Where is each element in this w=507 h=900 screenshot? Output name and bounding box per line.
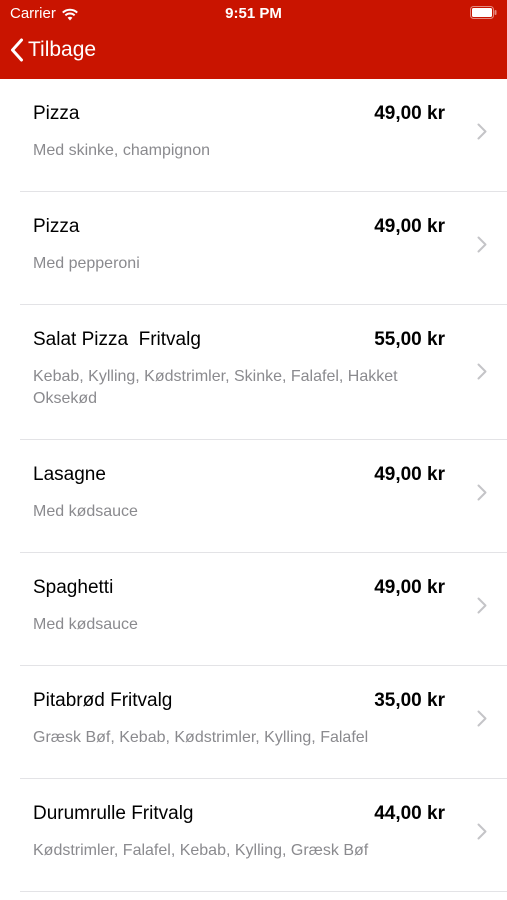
item-name: Pizza [33, 103, 80, 124]
menu-item[interactable]: Pizza 49,00 kr Med skinke, champignon [0, 79, 507, 192]
item-name: Pizza [33, 216, 80, 237]
menu-item[interactable]: Salat Pizza Fritvalg 55,00 kr Kebab, Kyl… [0, 305, 507, 440]
item-name: Spaghetti [33, 577, 114, 598]
chevron-right-icon [477, 363, 487, 380]
item-price: 49,00 kr [374, 464, 445, 485]
chevron-right-icon [477, 484, 487, 501]
item-price: 55,00 kr [374, 329, 445, 350]
chevron-right-icon [477, 597, 487, 614]
item-price: 49,00 kr [374, 103, 445, 124]
chevron-right-icon [477, 236, 487, 253]
back-button[interactable]: Tilbage [10, 38, 96, 62]
menu-item[interactable]: Lasagne 49,00 kr Med kødsauce [0, 440, 507, 553]
chevron-right-icon [477, 710, 487, 727]
item-name: Pitabrød Fritvalg [33, 690, 173, 711]
chevron-left-icon [11, 38, 23, 62]
menu-list: Pizza 49,00 kr Med skinke, champignon Pi… [0, 79, 507, 892]
menu-item[interactable]: Pitabrød Fritvalg 35,00 kr Græsk Bøf, Ke… [0, 666, 507, 779]
item-name: Lasagne [33, 464, 106, 485]
item-name: Salat Pizza Fritvalg [33, 329, 201, 350]
item-description: Med skinke, champignon [33, 142, 210, 159]
item-description: Med pepperoni [33, 255, 140, 272]
menu-item[interactable]: Durumrulle Fritvalg 44,00 kr Kødstrimler… [0, 779, 507, 892]
status-time: 9:51 PM [225, 5, 282, 22]
item-description: Kødstrimler, Falafel, Kebab, Kylling, Gr… [33, 842, 369, 859]
item-name: Durumrulle Fritvalg [33, 803, 194, 824]
item-description: Græsk Bøf, Kebab, Kødstrimler, Kylling, … [33, 729, 369, 746]
item-price: 44,00 kr [374, 803, 445, 824]
item-description: Med kødsauce [33, 616, 138, 633]
row-separator [20, 891, 507, 892]
chevron-right-icon [477, 123, 487, 140]
back-label: Tilbage [28, 38, 97, 61]
battery-icon [470, 6, 497, 19]
chevron-right-icon [477, 823, 487, 840]
item-description: Med kødsauce [33, 503, 138, 520]
item-price: 35,00 kr [374, 690, 445, 711]
menu-item[interactable]: Pizza 49,00 kr Med pepperoni [0, 192, 507, 305]
item-price: 49,00 kr [374, 216, 445, 237]
nav-header: Carrier 9:51 PM Tilbage [0, 0, 507, 79]
menu-item[interactable]: Spaghetti 49,00 kr Med kødsauce [0, 553, 507, 666]
item-price: 49,00 kr [374, 577, 445, 598]
item-description: Kebab, Kylling, Kødstrimler, Skinke, Fal… [33, 368, 398, 407]
